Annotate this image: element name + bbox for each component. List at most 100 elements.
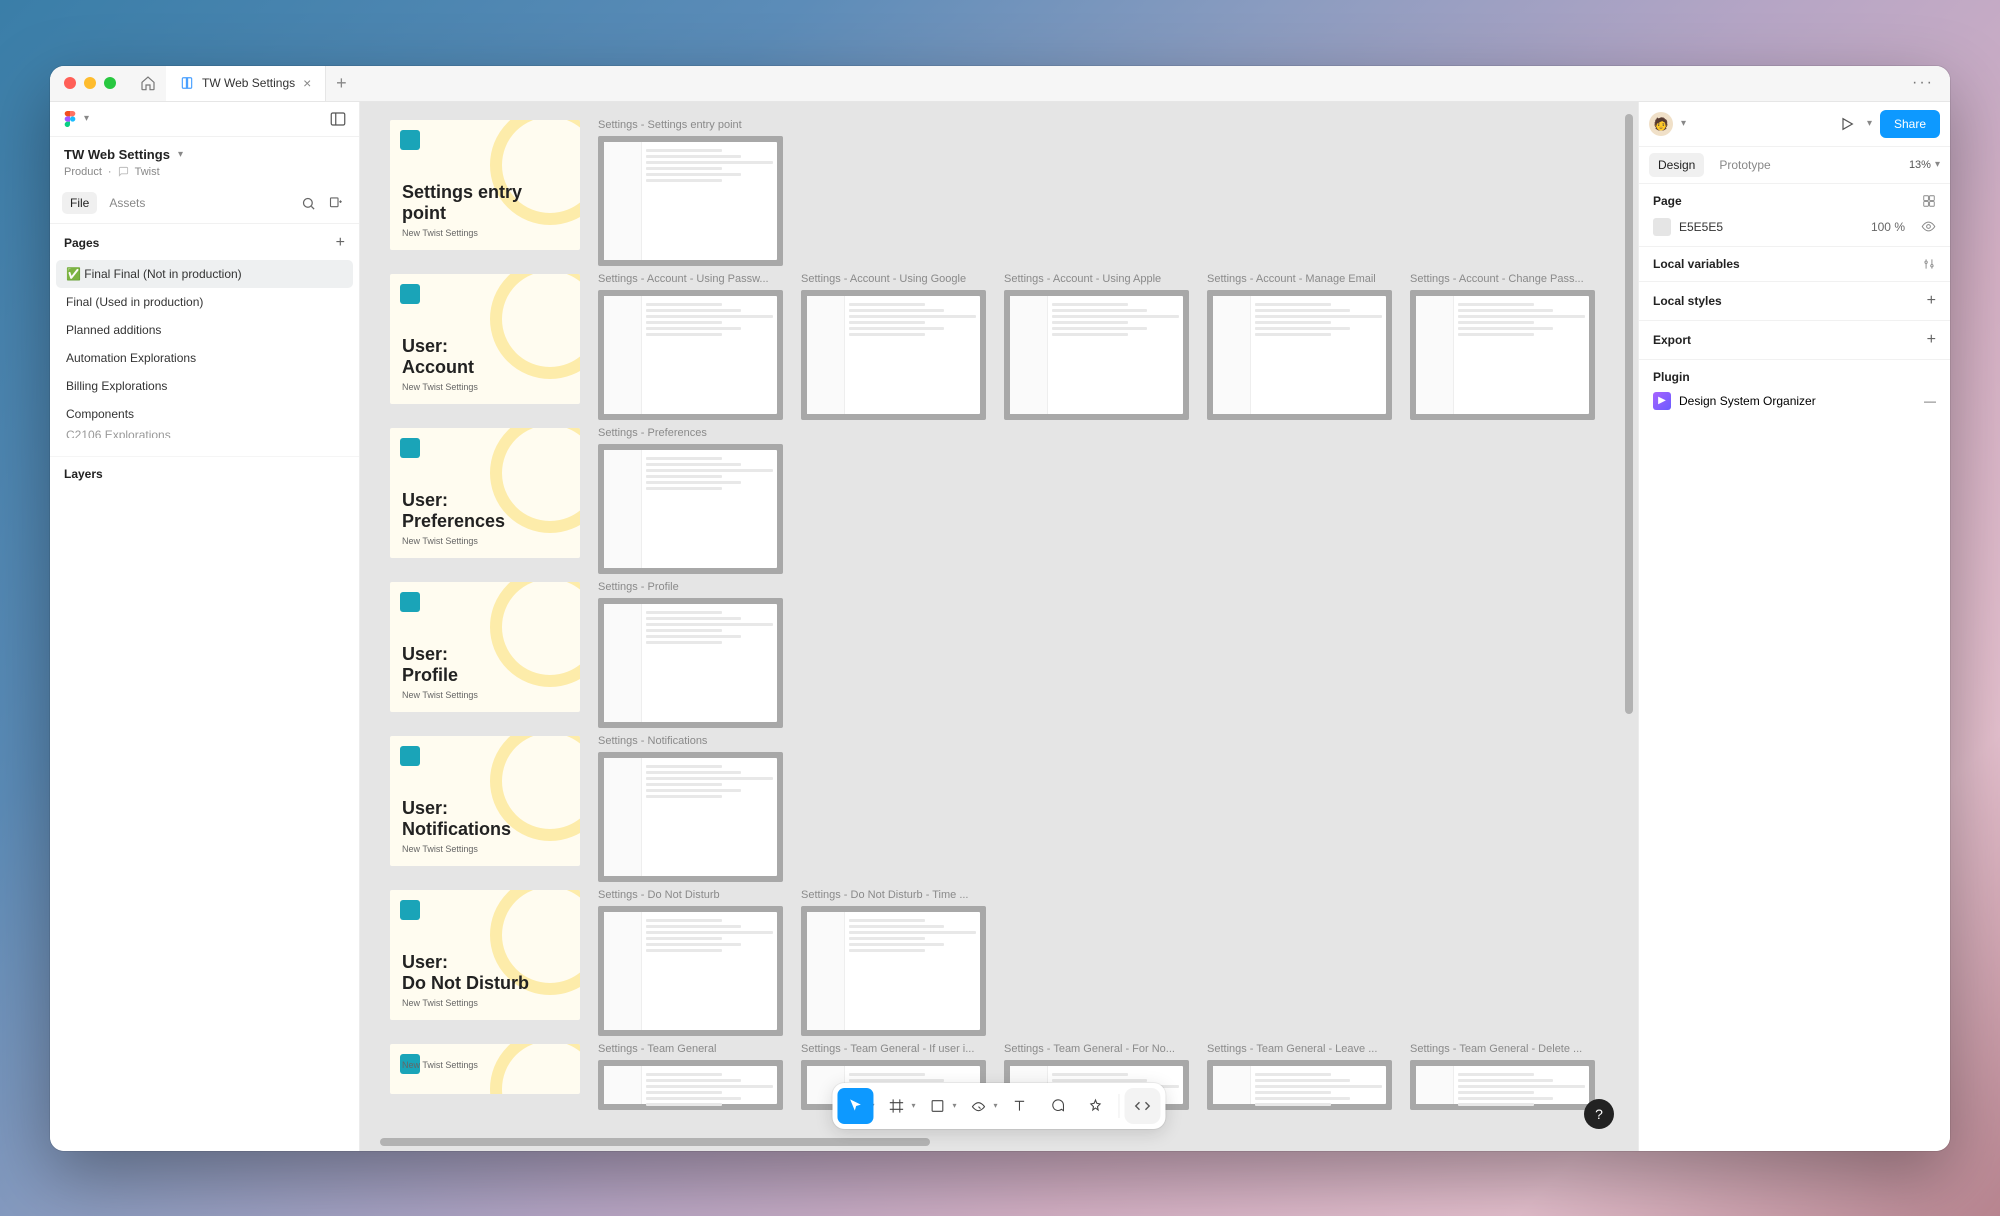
right-panel: 🧑 ▾ ▾ Share Design Prototype 13%▾ Page — [1638, 102, 1950, 1151]
add-style-button[interactable]: + — [1927, 292, 1936, 310]
frame-label[interactable]: Settings - Account - Using Passw... — [598, 274, 783, 288]
frame-label[interactable]: Settings - Notifications — [598, 736, 783, 750]
section-cover[interactable]: User: AccountNew Twist Settings — [390, 274, 580, 404]
fullscreen-window-icon[interactable] — [104, 77, 116, 89]
plugin-item[interactable]: ▶ Design System Organizer — — [1653, 384, 1936, 418]
horizontal-scrollbar[interactable] — [380, 1138, 930, 1146]
move-tool[interactable] — [837, 1088, 873, 1124]
frame-label[interactable]: Settings - Do Not Disturb — [598, 890, 783, 904]
styles-icon[interactable] — [1922, 194, 1936, 208]
frame-thumbnail[interactable] — [598, 136, 783, 266]
page-item[interactable]: Planned additions — [56, 316, 353, 344]
page-item[interactable]: Final (Used in production) — [56, 288, 353, 316]
page-item[interactable]: Automation Explorations — [56, 344, 353, 372]
comment-tool[interactable] — [1040, 1088, 1076, 1124]
page-item[interactable]: Billing Explorations — [56, 372, 353, 400]
chevron-down-icon: ▾ — [84, 113, 89, 124]
layers-heading: Layers — [50, 456, 359, 491]
settings-icon[interactable] — [1922, 257, 1936, 271]
export-heading: Export — [1653, 333, 1691, 347]
close-tab-icon[interactable]: × — [303, 75, 311, 91]
frame-label[interactable]: Settings - Team General - If user i... — [801, 1044, 986, 1058]
actions-tool[interactable] — [1078, 1088, 1114, 1124]
text-tool[interactable] — [1002, 1088, 1038, 1124]
search-icon[interactable] — [297, 192, 320, 215]
design-tab[interactable]: Design — [1649, 153, 1704, 177]
visibility-icon[interactable] — [1921, 219, 1936, 234]
section-cover[interactable]: New Twist Settings — [390, 1044, 580, 1094]
vertical-scrollbar[interactable] — [1625, 114, 1633, 714]
frame-thumbnail[interactable] — [598, 444, 783, 574]
frame-label[interactable]: Settings - Profile — [598, 582, 783, 596]
frame-thumbnail[interactable] — [598, 1060, 783, 1110]
document-tab[interactable]: TW Web Settings × — [166, 66, 326, 102]
frame-thumbnail[interactable] — [1410, 1060, 1595, 1110]
frame-thumbnail[interactable] — [1207, 290, 1392, 420]
section-cover[interactable]: User: PreferencesNew Twist Settings — [390, 428, 580, 558]
add-page-icon[interactable] — [324, 192, 347, 215]
tab-title: TW Web Settings — [202, 76, 295, 90]
help-button[interactable]: ? — [1584, 1099, 1614, 1129]
page-item[interactable]: ✅ Final Final (Not in production) — [56, 260, 353, 288]
frame-thumbnail[interactable] — [1004, 290, 1189, 420]
section-cover[interactable]: User: NotificationsNew Twist Settings — [390, 736, 580, 866]
share-button[interactable]: Share — [1880, 110, 1940, 138]
pen-tool[interactable] — [961, 1088, 997, 1124]
frame-thumbnail[interactable] — [598, 598, 783, 728]
new-tab-button[interactable]: + — [326, 66, 356, 102]
canvas[interactable]: Settings entry pointNew Twist Settings Se… — [360, 102, 1638, 1151]
doc-project-label[interactable]: Twist — [135, 166, 160, 178]
assets-tab[interactable]: Assets — [101, 192, 153, 214]
page-color-swatch[interactable] — [1653, 218, 1671, 236]
pages-heading: Pages — [64, 236, 99, 250]
page-color-hex[interactable]: E5E5E5 — [1679, 220, 1723, 234]
doc-team-label[interactable]: Product — [64, 166, 102, 178]
minimize-window-icon[interactable] — [84, 77, 96, 89]
page-item[interactable]: Components — [56, 400, 353, 428]
zoom-select[interactable]: 13%▾ — [1909, 159, 1940, 171]
minus-icon[interactable]: — — [1924, 394, 1936, 408]
add-page-button[interactable]: + — [336, 234, 345, 252]
frame-label[interactable]: Settings - Preferences — [598, 428, 783, 442]
overflow-menu-button[interactable]: ··· — [1896, 74, 1950, 92]
add-export-button[interactable]: + — [1927, 331, 1936, 349]
frame-label[interactable]: Settings - Account - Using Google — [801, 274, 986, 288]
frame-thumbnail[interactable] — [598, 752, 783, 882]
frame-label[interactable]: Settings - Team General - For No... — [1004, 1044, 1189, 1058]
frame-thumbnail[interactable] — [1207, 1060, 1392, 1110]
frame-label[interactable]: Settings - Account - Using Apple — [1004, 274, 1189, 288]
close-window-icon[interactable] — [64, 77, 76, 89]
frame-label[interactable]: Settings - Do Not Disturb - Time ... — [801, 890, 986, 904]
home-button[interactable] — [130, 66, 166, 102]
page-item[interactable]: C2106 Explorations — [56, 428, 353, 438]
present-button[interactable] — [1835, 112, 1859, 136]
toggle-ui-button[interactable] — [329, 110, 347, 128]
frame-label[interactable]: Settings - Team General - Leave ... — [1207, 1044, 1392, 1058]
bottom-toolbar: ▾ ▾ ▾ ▾ — [832, 1083, 1165, 1129]
main-menu-button[interactable]: ▾ — [62, 111, 89, 127]
dev-mode-toggle[interactable] — [1125, 1088, 1161, 1124]
frame-label[interactable]: Settings - Settings entry point — [598, 120, 783, 134]
frame-label[interactable]: Settings - Team General - Delete ... — [1410, 1044, 1595, 1058]
section-cover[interactable]: User: Do Not DisturbNew Twist Settings — [390, 890, 580, 1020]
user-avatar[interactable]: 🧑 — [1649, 112, 1673, 136]
section-cover[interactable]: Settings entry pointNew Twist Settings — [390, 120, 580, 250]
chevron-down-icon[interactable]: ▾ — [178, 149, 183, 160]
frame-thumbnail[interactable] — [1410, 290, 1595, 420]
chevron-down-icon[interactable]: ▾ — [1681, 118, 1686, 129]
frame-label[interactable]: Settings - Account - Manage Email — [1207, 274, 1392, 288]
left-sidebar: ▾ TW Web Settings ▾ Product · Twist — [50, 102, 360, 1151]
file-tab[interactable]: File — [62, 192, 97, 214]
rectangle-tool[interactable] — [920, 1088, 956, 1124]
frame-thumbnail[interactable] — [801, 290, 986, 420]
section-cover[interactable]: User: ProfileNew Twist Settings — [390, 582, 580, 712]
chevron-down-icon[interactable]: ▾ — [1867, 118, 1872, 129]
prototype-tab[interactable]: Prototype — [1710, 153, 1779, 177]
frame-thumbnail[interactable] — [598, 906, 783, 1036]
frame-thumbnail[interactable] — [801, 906, 986, 1036]
frame-label[interactable]: Settings - Team General — [598, 1044, 783, 1058]
frame-label[interactable]: Settings - Account - Change Pass... — [1410, 274, 1595, 288]
frame-tool[interactable] — [878, 1088, 914, 1124]
frame-thumbnail[interactable] — [598, 290, 783, 420]
document-title: TW Web Settings — [64, 147, 170, 162]
